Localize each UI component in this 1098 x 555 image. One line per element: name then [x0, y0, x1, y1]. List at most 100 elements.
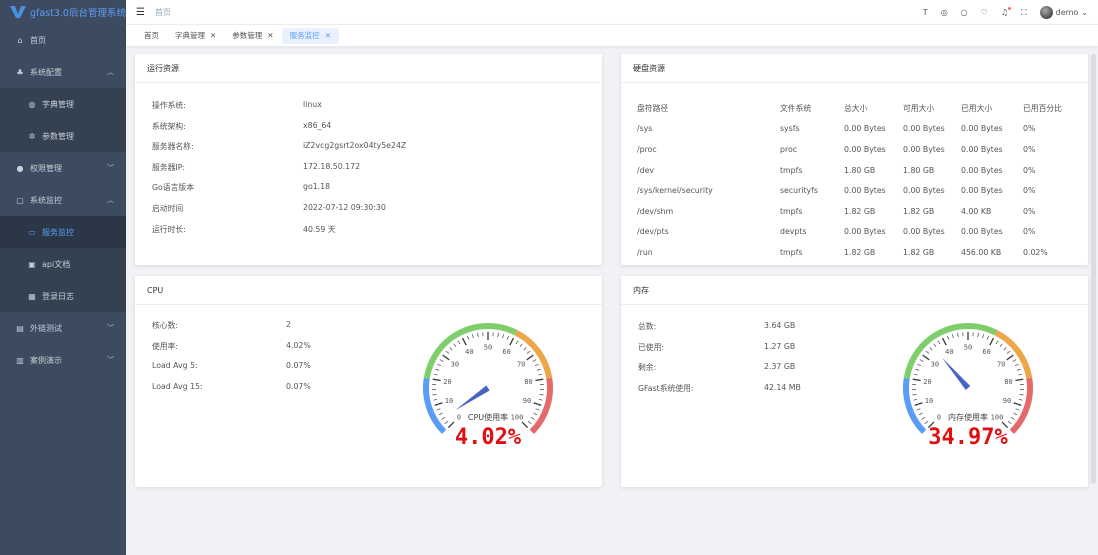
scrollbar[interactable]	[1091, 54, 1096, 484]
gauge-tick-label: 90	[523, 397, 531, 405]
gauge-tick	[457, 340, 461, 345]
gauge-tick-label: 60	[502, 348, 510, 356]
table-row: /dev/shm tmpfs 1.82 GB 1.82 GB 4.00 KB 0%	[637, 201, 1073, 222]
sidebar-item[interactable]: ▭ 服务监控	[0, 216, 126, 248]
sidebar-item[interactable]: ▢ 系统监控 ︿	[0, 184, 126, 216]
sidebar-item[interactable]: ✲ 参数管理	[0, 120, 126, 152]
table-cell: 1.80 GB	[844, 165, 876, 175]
gauge-tick	[1010, 416, 1015, 420]
gauge-tick	[437, 363, 442, 367]
logo-icon	[10, 6, 26, 18]
sidebar-item[interactable]: ▣ api文档	[0, 248, 126, 280]
sidebar-item[interactable]: ▥ 案例演示 ﹀	[0, 344, 126, 376]
tab-label: 参数管理	[232, 31, 263, 40]
sidebar: gfast3.0后台管理系统 ⌂ 首页 ♣ 系统配置 ︿ ◍ 字典管理 ✲ 参数管理 ● 权限管理 ﹀…	[0, 0, 126, 555]
info-value: 4.02%	[286, 340, 311, 350]
table-cell: 0.02%	[1023, 247, 1048, 257]
gauge-tick	[913, 373, 918, 376]
gauge-tick	[433, 399, 438, 401]
tab[interactable]: 首页	[136, 28, 167, 44]
tab[interactable]: 参数管理 ✕	[224, 28, 281, 44]
gauge-tick	[952, 334, 954, 339]
sidebar-item[interactable]: ▦ 登录日志	[0, 280, 126, 312]
gauge-tick	[915, 368, 920, 371]
column-header: 可用大小	[903, 103, 935, 113]
gauge-tick-label: 90	[1003, 397, 1011, 405]
dict-icon: ◍	[28, 99, 36, 109]
gauge-tick	[432, 378, 441, 382]
language-icon[interactable]: ◎	[941, 8, 948, 17]
gauge-tick	[535, 378, 544, 382]
gauge-tick	[432, 394, 437, 396]
close-icon[interactable]: ✕	[267, 31, 273, 40]
cpu-card: CPU 核心数: 2 使用率: 4.02% Load Avg 5: 0.07% Load A…	[135, 276, 602, 487]
sidebar-item[interactable]: ♣ 系统配置 ︿	[0, 56, 126, 88]
gauge-tick	[917, 363, 922, 367]
table-cell: 1.82 GB	[903, 247, 935, 257]
table-cell: tmpfs	[780, 206, 803, 216]
gauge-tick	[941, 337, 947, 346]
table-cell: 0.00 Bytes	[961, 227, 1003, 237]
gauge-tick	[1018, 373, 1023, 376]
table-row: /dev/pts devpts 0.00 Bytes 0.00 Bytes 0.00 B…	[637, 222, 1073, 243]
gauge-tick	[919, 359, 924, 362]
card-title: CPU	[135, 276, 602, 305]
gauge-tick	[921, 416, 926, 420]
table-cell: devpts	[780, 227, 807, 237]
breadcrumb[interactable]: 首页	[155, 7, 171, 18]
table-cell: /sys	[637, 124, 653, 134]
tab[interactable]: 服务监控 ✕	[281, 27, 339, 44]
gauge-tick	[1019, 394, 1024, 396]
monitor-icon: ▢	[16, 195, 24, 205]
gauge-tick	[1006, 354, 1014, 361]
gauge-tick	[453, 343, 457, 348]
fullscreen-icon[interactable]: ⛶	[1021, 8, 1027, 18]
gauge-tick	[439, 359, 444, 362]
sidebar-item[interactable]: ● 权限管理 ﹀	[0, 152, 126, 184]
tab[interactable]: 字典管理 ✕	[167, 28, 224, 44]
table-cell: 0.00 Bytes	[903, 227, 945, 237]
gauge-tick	[925, 350, 930, 354]
gauge-tick	[506, 335, 509, 340]
sidebar-item-label: api文档	[42, 259, 71, 269]
user-menu[interactable]: demo ⌄	[1039, 6, 1088, 19]
table-cell: 0.00 Bytes	[844, 227, 886, 237]
table-cell: /dev	[637, 165, 654, 175]
sidebar-item-label: 参数管理	[42, 131, 74, 141]
gauge-tick	[532, 359, 537, 362]
info-row: GFast系统使用: 42.14 MB	[638, 383, 801, 394]
sidebar-item[interactable]: ◍ 字典管理	[0, 88, 126, 120]
search-icon[interactable]: ○	[961, 8, 968, 17]
gauge-tick-label: 80	[524, 378, 532, 386]
menu-toggle-icon[interactable]: ☰	[136, 7, 145, 18]
sidebar-item[interactable]: ▤ 外链测试 ﹀	[0, 312, 126, 344]
gauge-tick-label: 20	[923, 378, 931, 386]
gauge-tick	[912, 394, 917, 396]
info-value: go1.18	[303, 182, 331, 192]
gauge-tick-label: 40	[465, 348, 473, 356]
info-label: Go语言版本	[152, 183, 194, 193]
theme-icon[interactable]: ♡	[981, 8, 988, 17]
close-icon[interactable]: ✕	[210, 31, 216, 40]
gauge-tick-label: 50	[484, 344, 492, 352]
gauge-tick-label: 10	[925, 397, 933, 405]
table-cell: /proc	[637, 144, 657, 154]
gauge-tick	[436, 408, 441, 411]
info-label: 使用率:	[152, 341, 179, 351]
gauge-tick	[435, 368, 440, 371]
gauge-tick	[947, 335, 950, 340]
gauge-tick-label: 80	[1004, 378, 1012, 386]
bell-icon[interactable]: ♫	[1001, 7, 1012, 17]
table-cell: 0.00 Bytes	[961, 124, 1003, 134]
card-title: 内存	[621, 276, 1088, 305]
app-logo[interactable]: gfast3.0后台管理系统	[0, 0, 126, 24]
gauge-tick	[1015, 378, 1024, 382]
table-cell: 0.00 Bytes	[903, 144, 945, 154]
info-row: 运行时长: 40.59 天	[152, 224, 336, 235]
disk-card: 硬盘资源 盘符路径 文件系统 总大小 可用大小 已用大小 已用百分比/sys sysfs 0.…	[621, 54, 1088, 265]
close-icon[interactable]: ✕	[325, 31, 331, 40]
font-size-icon[interactable]: T	[923, 8, 928, 17]
gauge-tick	[913, 399, 918, 401]
gauge-tick-label: 100	[511, 413, 524, 421]
sidebar-item[interactable]: ⌂ 首页	[0, 24, 126, 56]
